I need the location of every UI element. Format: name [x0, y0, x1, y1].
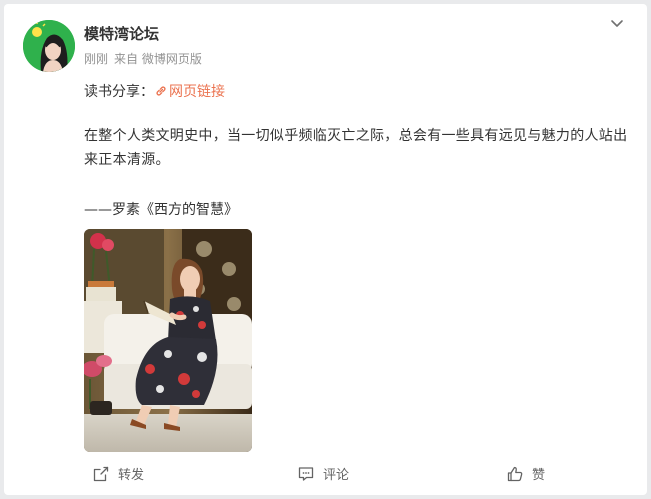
post-image[interactable]	[84, 229, 252, 452]
like-icon	[507, 466, 523, 481]
like-button[interactable]: 赞	[506, 464, 545, 483]
repost-icon	[93, 466, 109, 481]
web-link[interactable]: 网页链接	[154, 84, 225, 100]
link-icon	[156, 86, 166, 96]
post-source: 来自 微博网页版	[114, 52, 202, 66]
post-meta: 刚刚 来自 微博网页版	[84, 50, 202, 67]
web-link-label: 网页链接	[169, 84, 225, 100]
post-time[interactable]: 刚刚	[84, 52, 108, 66]
share-line: 读书分享： 网页链接	[84, 81, 225, 101]
avatar-image	[23, 20, 75, 72]
post-quote: ——罗素《西方的智慧》	[84, 202, 238, 218]
like-label: 赞	[532, 468, 546, 483]
more-chevron-icon[interactable]	[609, 16, 625, 32]
comment-button[interactable]: 评论	[297, 464, 349, 483]
post-body: 在整个人类文明史中，当一切似乎频临灭亡之际，总会有一些具有远见与魅力的人站出来正…	[84, 128, 628, 168]
reading-woman-photo	[84, 229, 252, 452]
repost-button[interactable]: 转发	[92, 464, 144, 483]
comment-label: 评论	[323, 468, 350, 483]
share-prefix: 读书分享：	[84, 84, 154, 100]
weibo-post-card: 模特湾论坛 刚刚 来自 微博网页版 读书分享： 网页链接 在整个人类文明史中，当一切…	[4, 4, 647, 495]
repost-label: 转发	[118, 468, 145, 483]
username[interactable]: 模特湾论坛	[84, 23, 159, 44]
comment-icon	[298, 466, 314, 481]
avatar[interactable]	[23, 20, 75, 72]
